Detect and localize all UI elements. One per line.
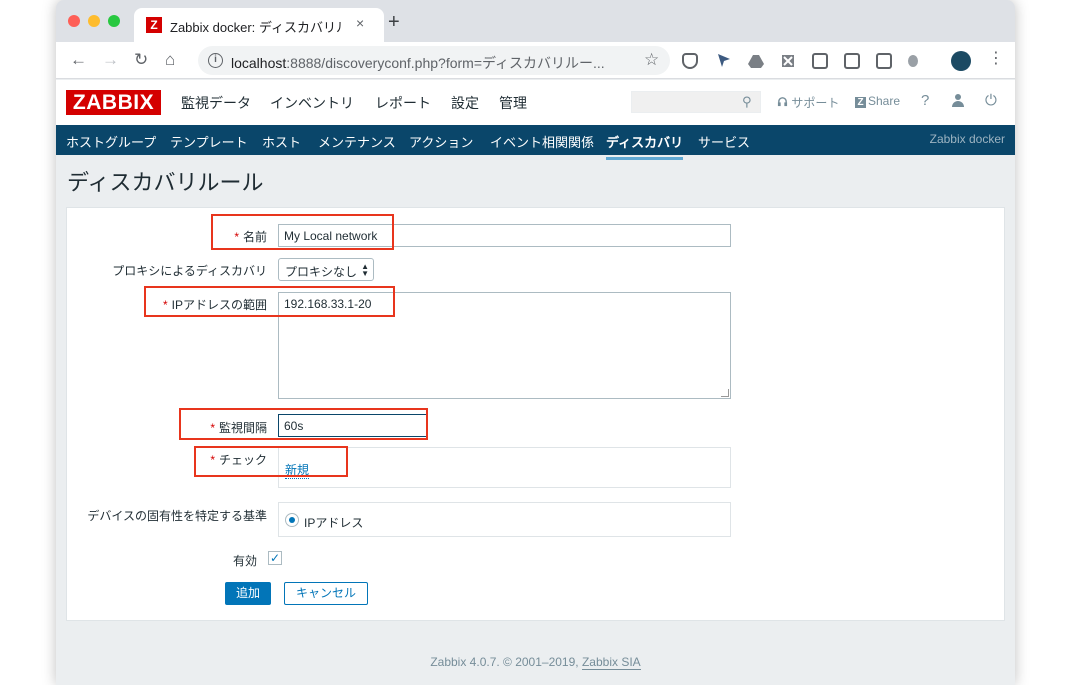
drive-extension-icon[interactable] — [748, 53, 764, 69]
cancel-button[interactable]: キャンセル — [284, 582, 368, 605]
sub-menu: ホストグループ テンプレート ホスト メンテナンス アクション イベント相関関係… — [56, 125, 1015, 160]
zabbix-logo[interactable]: ZABBIX — [66, 90, 161, 115]
info-icon[interactable]: i — [208, 53, 223, 68]
resize-handle[interactable] — [721, 389, 729, 397]
top-menu-monitoring[interactable]: 監視データ — [181, 93, 251, 113]
support-link[interactable]: サポート — [777, 94, 839, 111]
select-arrow-icon: ▲ ▼ — [361, 262, 369, 278]
uniqueness-container: IPアドレス — [278, 502, 731, 537]
share-link[interactable]: Z Share — [855, 94, 900, 108]
window-minimize-button[interactable] — [88, 15, 100, 27]
url-path: :8888/discoveryconf.php?form=ディスカバリルー... — [286, 55, 605, 71]
new-tab-button[interactable]: + — [388, 12, 400, 32]
url-text: localhost:8888/discoveryconf.php?form=ディ… — [231, 53, 605, 73]
sign-out-icon[interactable]: ⏻ — [985, 92, 997, 109]
cursor-extension-icon[interactable] — [716, 52, 732, 68]
grid-extension-icon[interactable] — [844, 53, 860, 69]
highlight-ip-range — [144, 286, 395, 317]
sidebar-extension-icon[interactable] — [812, 53, 828, 69]
sub-menu-services[interactable]: サービス — [698, 132, 750, 151]
top-menu-administration[interactable]: 管理 — [499, 93, 527, 113]
proxy-label: プロキシによるディスカバリ — [112, 264, 267, 278]
headset-icon — [777, 97, 788, 107]
sub-menu-event-correlation[interactable]: イベント相関関係 — [490, 132, 594, 151]
footer-text: Zabbix 4.0.7. © 2001–2019, — [430, 655, 579, 669]
footer-link[interactable]: Zabbix SIA — [581, 655, 641, 670]
window-close-button[interactable] — [68, 15, 80, 27]
bookmark-star-icon[interactable]: ☆ — [644, 50, 659, 70]
share-label: Share — [868, 94, 901, 108]
profile-avatar[interactable] — [951, 51, 971, 71]
user-profile-icon[interactable] — [952, 94, 964, 107]
highlight-name — [211, 214, 394, 250]
help-icon[interactable]: ? — [921, 92, 929, 109]
highlight-interval — [179, 408, 428, 440]
top-menu-inventory[interactable]: インベントリ — [270, 93, 354, 113]
browser-window: Z Zabbix docker: ディスカバリルール × + ← → ↻ ⌂ i… — [56, 0, 1015, 685]
sub-menu-maintenance[interactable]: メンテナンス — [318, 132, 396, 151]
tab-close-icon[interactable]: × — [356, 15, 364, 31]
browser-tab-strip: Z Zabbix docker: ディスカバリルール × + — [56, 0, 1015, 42]
zabbix-header: ZABBIX 監視データ インベントリ レポート 設定 管理 ⚲ サポート ZS… — [56, 80, 1015, 133]
uniqueness-label: デバイスの固有性を特定する基準 — [87, 509, 267, 523]
enabled-checkbox[interactable]: ✓ — [268, 551, 282, 565]
browser-menu-icon[interactable]: ⋮ — [988, 50, 1004, 68]
back-icon[interactable]: ← — [70, 50, 87, 70]
browser-tab[interactable]: Z Zabbix docker: ディスカバリルール × — [134, 8, 384, 42]
sub-menu-actions[interactable]: アクション — [409, 132, 473, 151]
header-search-input[interactable]: ⚲ — [631, 91, 761, 113]
url-host: localhost — [231, 55, 287, 71]
reload-icon[interactable]: ↻ — [134, 50, 148, 70]
top-menu-configuration[interactable]: 設定 — [451, 93, 479, 133]
top-menu-reports[interactable]: レポート — [375, 93, 431, 113]
sub-menu-templates[interactable]: テンプレート — [170, 132, 248, 151]
zabbix-favicon-icon: Z — [146, 17, 162, 33]
tab-title: Zabbix docker: ディスカバリルール — [170, 20, 342, 35]
window-maximize-button[interactable] — [108, 15, 120, 27]
screenshot-extension-icon[interactable] — [876, 53, 892, 69]
share-z-icon: Z — [855, 97, 866, 108]
proxy-select[interactable]: プロキシなし ▲ ▼ — [278, 258, 374, 281]
sub-menu-hosts[interactable]: ホスト — [262, 132, 301, 151]
pocket-extension-icon[interactable] — [682, 53, 698, 69]
enabled-label: 有効 — [232, 554, 257, 568]
add-button[interactable]: 追加 — [225, 582, 271, 605]
proxy-select-value: プロキシなし — [285, 265, 358, 279]
page-title: ディスカバリルール — [67, 170, 264, 195]
home-icon[interactable]: ⌂ — [165, 50, 175, 70]
server-name: Zabbix docker — [929, 132, 1005, 146]
ip-address-radio-label[interactable]: IPアドレス — [304, 514, 363, 531]
sub-menu-host-groups[interactable]: ホストグループ — [66, 132, 156, 151]
support-label: サポート — [791, 96, 840, 110]
highlight-checks — [194, 446, 348, 477]
bulb-extension-icon[interactable] — [908, 55, 918, 67]
footer: Zabbix 4.0.7. © 2001–2019, Zabbix SIA — [56, 655, 1015, 670]
browser-toolbar: ← → ↻ ⌂ i localhost:8888/discoveryconf.p… — [56, 42, 1015, 79]
forward-icon[interactable]: → — [102, 50, 119, 70]
sub-menu-discovery[interactable]: ディスカバリ — [606, 132, 684, 160]
address-bar[interactable]: i localhost:8888/discoveryconf.php?form=… — [198, 46, 670, 75]
blocker-extension-icon[interactable] — [780, 53, 796, 69]
ip-address-radio[interactable] — [285, 513, 299, 527]
search-icon[interactable]: ⚲ — [742, 94, 752, 110]
